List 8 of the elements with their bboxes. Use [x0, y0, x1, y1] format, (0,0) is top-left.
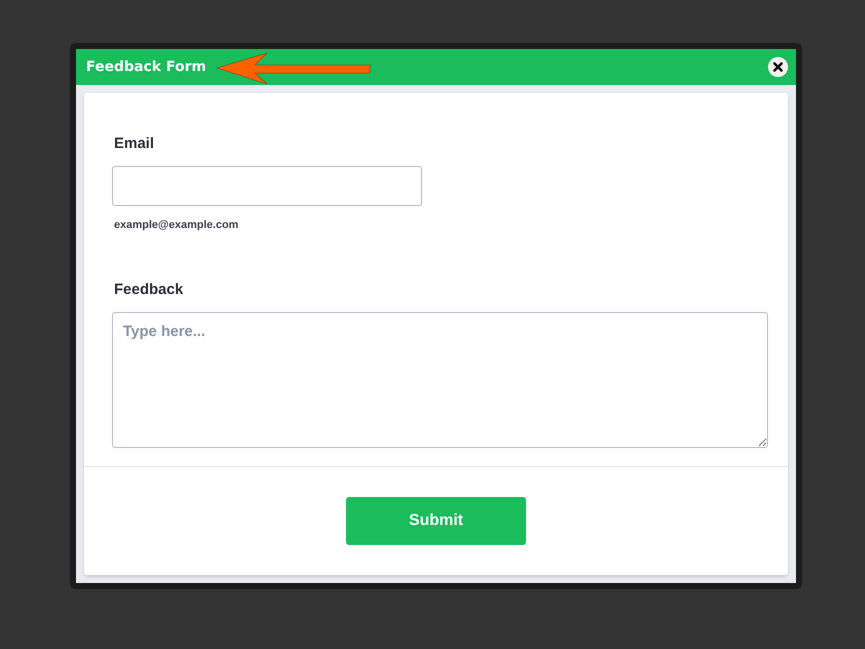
email-field[interactable] [112, 166, 422, 206]
feedback-field[interactable]: Type here... [112, 312, 768, 448]
close-icon[interactable] [768, 57, 788, 77]
submit-button[interactable]: Submit [346, 497, 526, 545]
field-label: Feedback [114, 281, 184, 298]
field-hint: example@example.com [114, 219, 240, 231]
field-label: Email [114, 135, 156, 152]
window-title: Feedback Form [86, 59, 206, 75]
